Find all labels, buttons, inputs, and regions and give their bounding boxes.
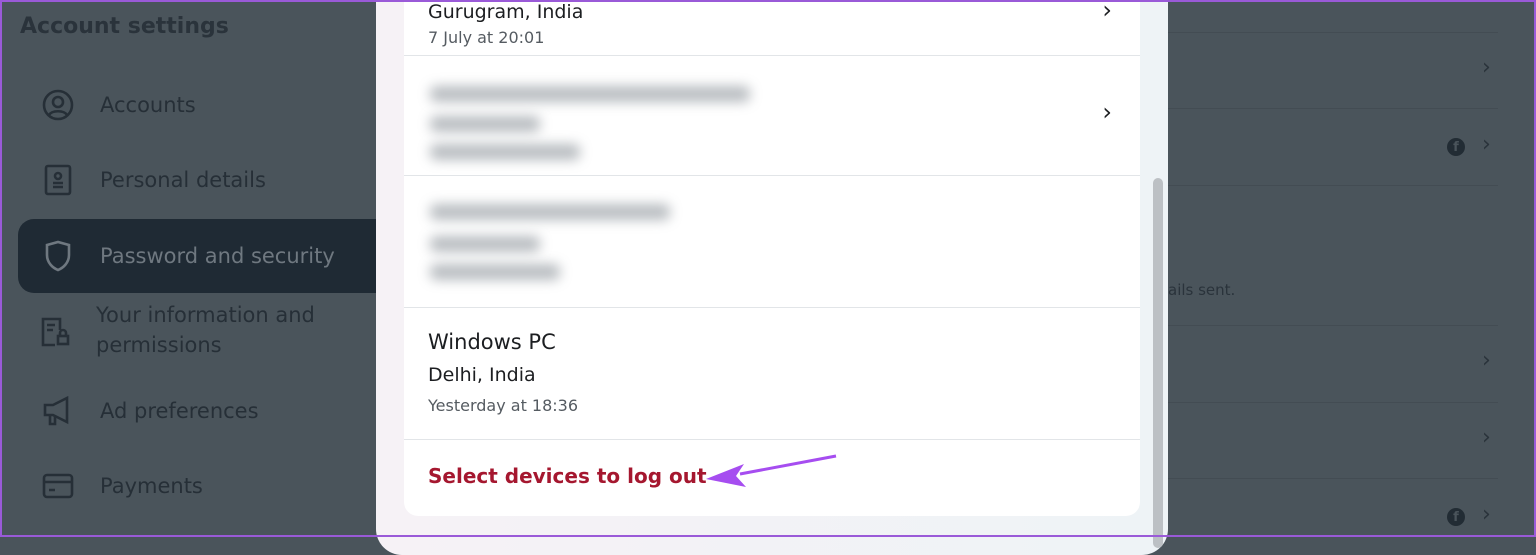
- chevron-right-icon: ›: [1102, 0, 1112, 24]
- blurred-device-time: [430, 144, 580, 160]
- facebook-icon: f: [1447, 138, 1465, 156]
- device-name: Windows PC: [428, 330, 556, 354]
- facebook-icon: f: [1447, 508, 1465, 526]
- select-devices-logout-link[interactable]: Select devices to log out: [428, 464, 707, 488]
- document-lock-icon: [40, 314, 72, 350]
- sidebar-item-label: Ad preferences: [100, 399, 259, 423]
- device-time: Yesterday at 18:36: [428, 396, 579, 415]
- sidebar-item-label: Your information and permissions: [96, 303, 315, 357]
- device-row[interactable]: Windows PC Delhi, India Yesterday at 18:…: [404, 308, 1140, 440]
- sidebar-item-label: Accounts: [100, 93, 196, 117]
- chevron-right-icon[interactable]: ›: [1482, 55, 1491, 80]
- device-location: Gurugram, India: [428, 1, 584, 23]
- chevron-right-icon[interactable]: ›: [1482, 132, 1491, 157]
- chevron-right-icon[interactable]: ›: [1482, 425, 1491, 450]
- sidebar-item-label: Password and security: [100, 244, 335, 268]
- blurred-device-location: [430, 236, 540, 252]
- sidebar-item-label: Personal details: [100, 168, 266, 192]
- megaphone-icon: [40, 393, 76, 429]
- sidebar-item-password-security[interactable]: Password and security: [18, 219, 378, 293]
- user-circle-icon: [40, 87, 76, 123]
- device-row[interactable]: Gurugram, India 7 July at 20:01 ›: [404, 0, 1140, 56]
- sidebar-item-accounts[interactable]: Accounts: [18, 68, 378, 142]
- sidebar-item-information-permissions[interactable]: Your information and permissions: [18, 300, 378, 366]
- devices-list: Gurugram, India 7 July at 20:01 › › Wind…: [404, 0, 1140, 516]
- sidebar-title: Account settings: [20, 14, 229, 39]
- device-location: Delhi, India: [428, 364, 536, 386]
- blurred-device-name: [430, 204, 670, 220]
- sidebar-item-payments[interactable]: Payments: [18, 449, 378, 523]
- blurred-device-time: [430, 264, 560, 280]
- sidebar-item-label: Payments: [100, 474, 203, 498]
- id-card-icon: [40, 162, 76, 198]
- device-row[interactable]: [404, 176, 1140, 308]
- chevron-right-icon[interactable]: ›: [1482, 502, 1491, 527]
- chevron-right-icon[interactable]: ›: [1482, 348, 1491, 373]
- shield-icon: [40, 238, 76, 274]
- device-time: 7 July at 20:01: [428, 28, 545, 47]
- sidebar-item-personal-details[interactable]: Personal details: [18, 143, 378, 217]
- sidebar-item-ad-preferences[interactable]: Ad preferences: [18, 374, 378, 448]
- credit-card-icon: [40, 468, 76, 504]
- device-row[interactable]: ›: [404, 56, 1140, 176]
- annotation-arrow-icon: [706, 454, 837, 487]
- modal-scrollbar[interactable]: [1153, 178, 1163, 548]
- background-description: ails sent.: [1168, 281, 1236, 299]
- blurred-device-location: [430, 116, 540, 132]
- blurred-device-name: [430, 86, 750, 102]
- chevron-right-icon: ›: [1102, 98, 1112, 126]
